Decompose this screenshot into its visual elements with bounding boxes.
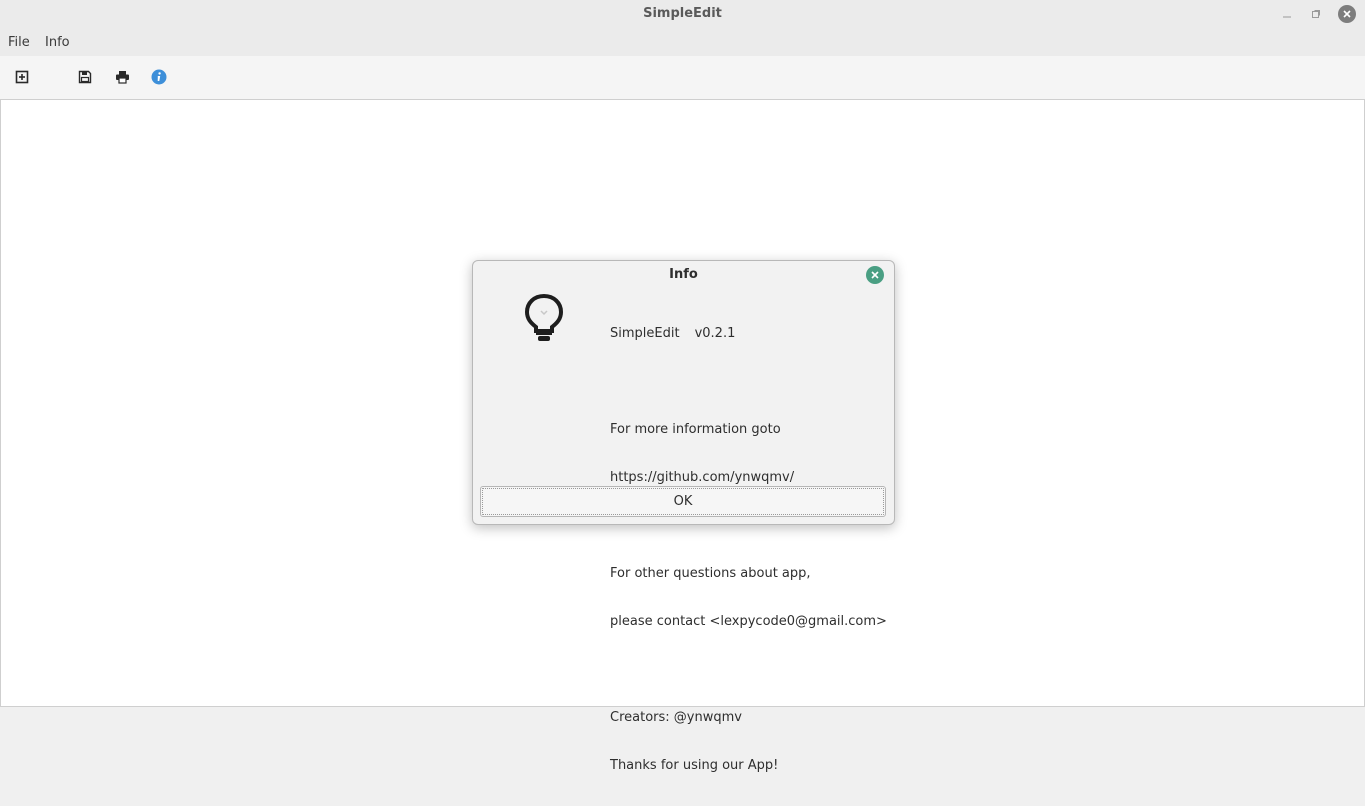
close-icon [871, 271, 879, 279]
window-close-button[interactable] [1338, 5, 1356, 23]
menu-file[interactable]: File [8, 35, 30, 50]
more-info-text: For more information goto [610, 422, 781, 437]
info-icon [151, 69, 167, 85]
ok-button[interactable]: OK [480, 486, 886, 517]
minimize-icon [1283, 16, 1291, 18]
app-name-text: SimpleEdit [610, 326, 680, 341]
version-text: v0.2.1 [694, 326, 736, 341]
save-button[interactable] [75, 67, 95, 87]
contact-text: please contact <lexpycode0@gmail.com> [610, 614, 887, 629]
info-dialog: Info SimpleEdit v0.2.1 For more informati… [472, 260, 895, 773]
dialog-close-button[interactable] [866, 266, 884, 284]
menu-bar: File Info [0, 28, 1365, 56]
app-window: SimpleEdit File Info Info SimpleEdit v0.… [0, 0, 1365, 773]
window-title: SimpleEdit [643, 6, 722, 21]
lightbulb-icon [524, 293, 564, 341]
toolbar [0, 56, 1365, 100]
new-document-icon [15, 70, 29, 84]
dialog-title-bar[interactable]: Info [473, 261, 894, 289]
creators-text: Creators: @ynwqmv [610, 710, 742, 725]
close-icon [1343, 10, 1351, 18]
print-button[interactable] [112, 67, 132, 87]
url-text: https://github.com/ynwqmv/ [610, 470, 795, 485]
dialog-title: Info [669, 267, 698, 282]
minimize-button[interactable] [1278, 5, 1296, 23]
maximize-button[interactable] [1307, 5, 1325, 23]
thanks-text: Thanks for using our App! [610, 758, 779, 773]
title-bar[interactable]: SimpleEdit [0, 0, 1365, 28]
new-document-button[interactable] [12, 67, 32, 87]
questions-text: For other questions about app, [610, 566, 811, 581]
maximize-icon [1312, 10, 1320, 18]
menu-info[interactable]: Info [45, 35, 70, 50]
print-icon [115, 71, 129, 84]
save-icon [78, 70, 92, 84]
dialog-message: SimpleEdit v0.2.1 For more information go… [610, 294, 887, 806]
info-button[interactable] [149, 67, 169, 87]
